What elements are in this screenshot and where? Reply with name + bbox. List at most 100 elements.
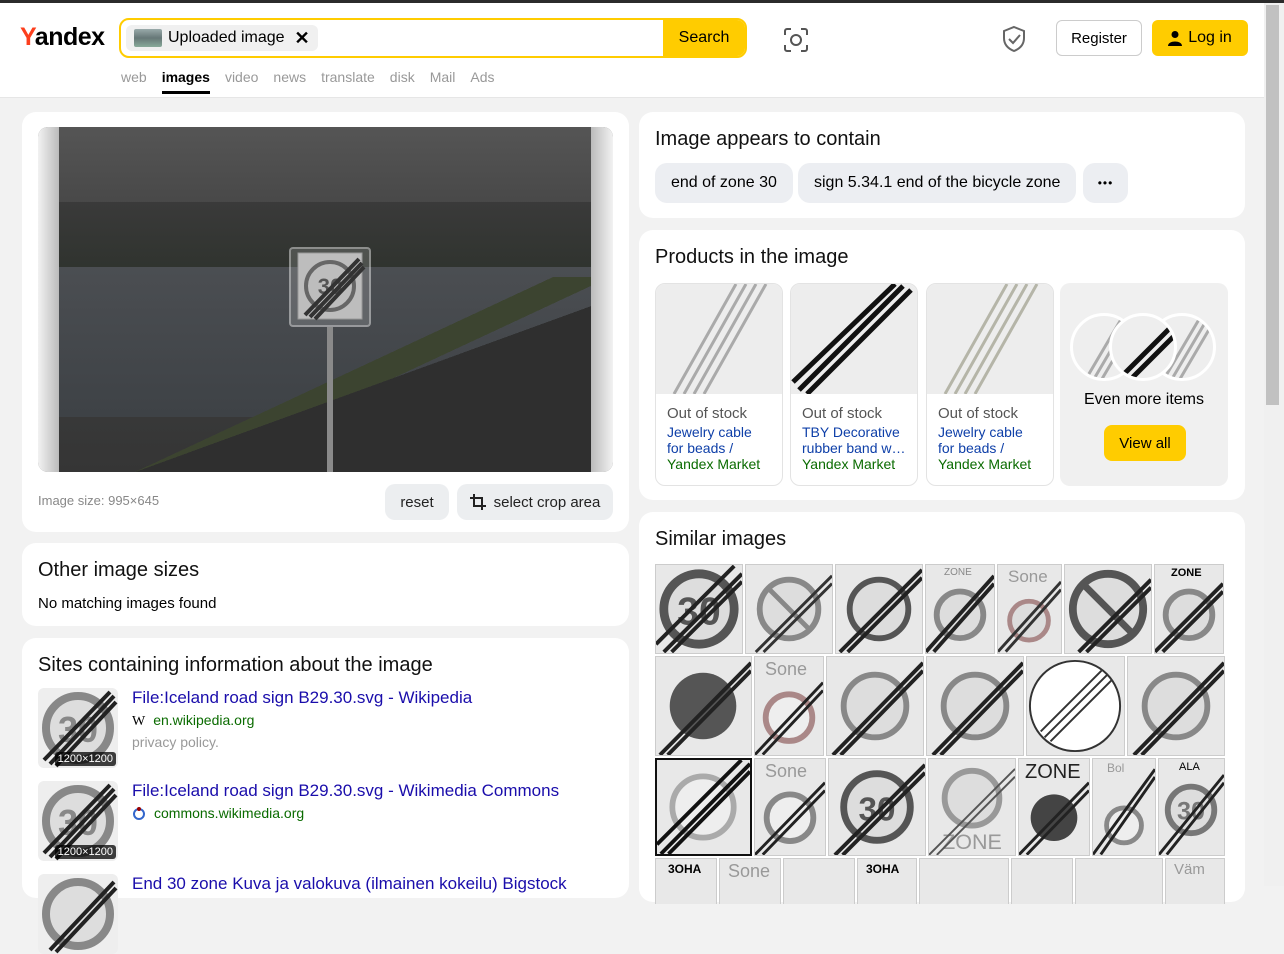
nav-ads[interactable]: Ads — [470, 69, 494, 94]
tile-label: 3OHA — [668, 862, 702, 876]
product-title-link[interactable]: TBY Decorative rubber band w… — [791, 422, 917, 456]
login-button[interactable]: Log in — [1152, 20, 1248, 56]
similar-image-tile[interactable] — [655, 758, 752, 856]
tile-label: Bol — [1107, 761, 1125, 775]
site-title-link[interactable]: End 30 zone Kuva ja valokuva (ilmainen k… — [132, 874, 567, 894]
similar-image-tile[interactable] — [835, 564, 923, 654]
similar-image-tile[interactable]: ZONE — [1018, 758, 1090, 856]
product-image — [791, 284, 917, 396]
similar-image-tile[interactable]: Sone — [754, 758, 826, 856]
tile-label: Sone — [765, 659, 808, 679]
site-url[interactable]: Wen.wikipedia.org — [132, 712, 472, 730]
site-title-link[interactable]: File:Iceland road sign B29.30.svg - Wiki… — [132, 781, 559, 801]
more-tags-button[interactable]: ••• — [1083, 163, 1128, 203]
no-matching-text: No matching images found — [38, 595, 217, 612]
sites-title: Sites containing information about the i… — [38, 654, 433, 676]
product-card[interactable]: Out of stock TBY Decorative rubber band … — [790, 283, 918, 486]
site-thumbnail[interactable] — [38, 874, 118, 954]
nav-mail[interactable]: Mail — [430, 69, 456, 94]
similar-image-tile[interactable]: Bol — [1092, 758, 1156, 856]
search-box[interactable]: Uploaded image ✕ Search — [119, 18, 747, 58]
similar-image-tile[interactable] — [783, 858, 855, 904]
site-result[interactable]: End 30 zone Kuva ja valokuva (ilmainen k… — [38, 874, 567, 954]
product-shop[interactable]: Yandex Market — [927, 456, 1053, 472]
similar-image-tile[interactable]: 30 — [828, 758, 926, 856]
similar-image-tile[interactable]: 30 — [655, 564, 743, 654]
similar-image-tile[interactable] — [1064, 564, 1152, 654]
similar-image-tile[interactable] — [1127, 656, 1225, 756]
scrollbar-thumb[interactable] — [1266, 5, 1279, 405]
site-title-link[interactable]: File:Iceland road sign B29.30.svg - Wiki… — [132, 688, 472, 708]
similar-image-tile[interactable]: Sone — [754, 656, 824, 756]
nav-images[interactable]: images — [161, 69, 210, 94]
similar-image-tile[interactable] — [926, 656, 1024, 756]
end-zone-30-sign: 30 — [297, 252, 366, 321]
reset-button[interactable]: reset — [385, 484, 449, 520]
similar-image-tile[interactable]: Väm — [1165, 858, 1225, 904]
other-sizes-title: Other image sizes — [38, 559, 200, 581]
site-thumbnail[interactable]: 30 1200×1200 — [38, 688, 118, 768]
search-button[interactable]: Search — [663, 20, 745, 56]
image-dimensions-badge: 1200×1200 — [54, 845, 116, 859]
similar-image-tile[interactable]: Sone — [997, 564, 1062, 654]
similar-image-tile[interactable] — [1011, 858, 1073, 904]
product-title-link[interactable]: Jewelry cable for beads / beads… — [656, 422, 782, 456]
camera-search-icon[interactable] — [783, 27, 809, 53]
similar-image-tile[interactable]: ZONE — [1154, 564, 1224, 654]
view-all-button[interactable]: View all — [1104, 425, 1186, 461]
similar-image-tile[interactable]: 3OHA — [857, 858, 917, 904]
site-url-text: en.wikipedia.org — [153, 712, 255, 728]
uploaded-image-card: 30 Image size: 995×645 reset select crop… — [22, 112, 629, 532]
product-shop[interactable]: Yandex Market — [656, 456, 782, 472]
similar-image-tile[interactable] — [826, 656, 924, 756]
similar-image-tile[interactable]: Sone — [719, 858, 781, 904]
image-size-text: Image size: 995×645 — [38, 493, 160, 508]
user-icon — [1168, 31, 1183, 46]
site-thumbnail[interactable]: 30 1200×1200 — [38, 781, 118, 861]
site-description: privacy policy. — [132, 734, 219, 750]
tag-end-of-zone-30[interactable]: end of zone 30 — [655, 163, 793, 203]
similar-image-tile[interactable]: 30 ALA — [1158, 758, 1225, 856]
site-url[interactable]: commons.wikimedia.org — [132, 805, 559, 821]
similar-image-tile[interactable] — [655, 656, 752, 756]
tile-label: ALA — [1179, 761, 1200, 773]
yandex-logo[interactable]: Yandex — [20, 23, 105, 52]
similar-image-tile[interactable]: ZONE — [925, 564, 995, 654]
nav-disk[interactable]: disk — [390, 69, 415, 94]
header: Yandex Uploaded image ✕ Search Register … — [0, 3, 1264, 98]
login-label: Log in — [1188, 29, 1232, 46]
product-shop[interactable]: Yandex Market — [791, 456, 917, 472]
similar-image-tile[interactable]: ZONE — [928, 758, 1016, 856]
uploaded-photo[interactable]: 30 — [38, 127, 613, 472]
even-more-label: Even more items — [1083, 391, 1205, 408]
tag-sign-5-34-1[interactable]: sign 5.34.1 end of the bicycle zone — [798, 163, 1077, 203]
select-crop-button[interactable]: select crop area — [457, 484, 613, 520]
similar-image-tile[interactable] — [919, 858, 1009, 904]
nav-web[interactable]: web — [121, 69, 147, 94]
remove-image-icon[interactable]: ✕ — [295, 28, 310, 49]
shield-icon[interactable] — [1001, 25, 1027, 53]
similar-image-tile[interactable] — [1075, 858, 1163, 904]
sign-thumbnail-image — [42, 878, 118, 954]
nav-translate[interactable]: translate — [321, 69, 375, 94]
site-result[interactable]: 30 1200×1200 File:Iceland road sign B29.… — [38, 688, 472, 768]
product-card[interactable]: Out of stock Jewelry cable for beads / b… — [655, 283, 783, 486]
detected-sign-region[interactable]: 30 — [289, 247, 371, 327]
image-dimensions-badge: 1200×1200 — [54, 752, 116, 766]
nav-news[interactable]: news — [273, 69, 306, 94]
image-contains-card: Image appears to contain end of zone 30 … — [639, 112, 1245, 218]
similar-image-tile[interactable] — [745, 564, 833, 654]
sites-card: Sites containing information about the i… — [22, 638, 629, 954]
contains-title: Image appears to contain — [655, 128, 881, 150]
similar-title: Similar images — [655, 528, 787, 550]
site-result[interactable]: 30 1200×1200 File:Iceland road sign B29.… — [38, 781, 559, 861]
similar-image-tile[interactable] — [1026, 656, 1125, 756]
tile-label: Sone — [728, 861, 771, 881]
more-products-card[interactable]: Even more items View all — [1060, 283, 1228, 486]
similar-image-tile[interactable]: 3OHA — [655, 858, 717, 904]
product-card[interactable]: Out of stock Jewelry cable for beads / b… — [926, 283, 1054, 486]
register-button[interactable]: Register — [1056, 20, 1142, 56]
product-title-link[interactable]: Jewelry cable for beads / beads… — [927, 422, 1053, 456]
crop-icon — [469, 494, 486, 510]
nav-video[interactable]: video — [225, 69, 258, 94]
